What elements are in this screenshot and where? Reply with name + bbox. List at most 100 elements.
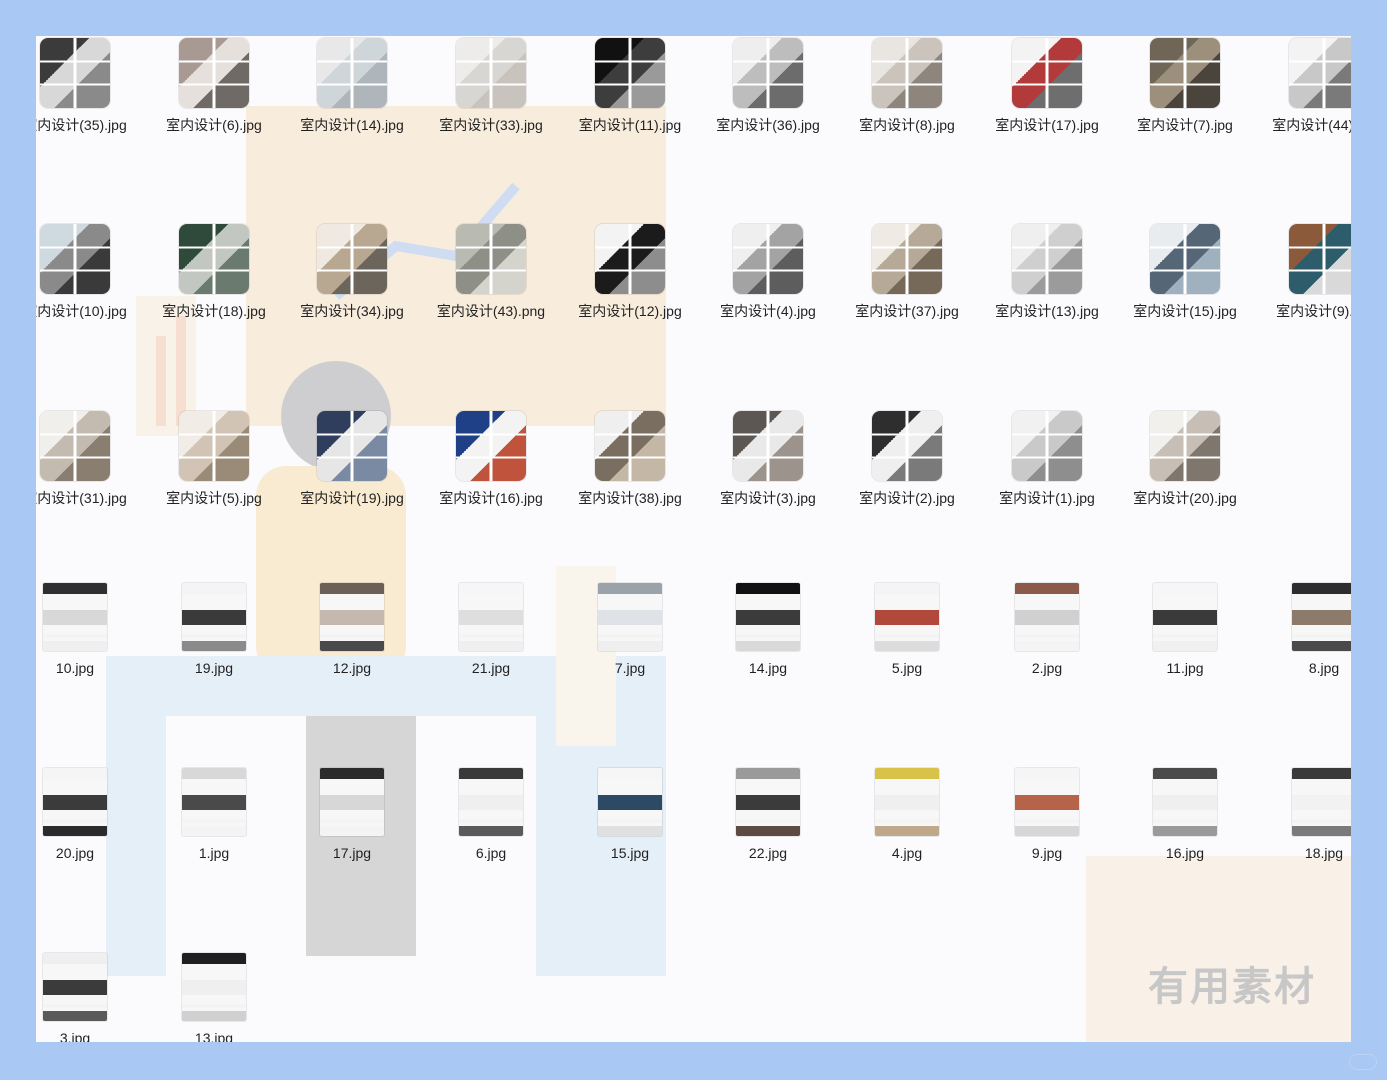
- file-item[interactable]: 室内设计(14).jpg: [292, 38, 412, 136]
- file-item[interactable]: 室内设计(16).jpg: [431, 411, 551, 509]
- file-item[interactable]: 11.jpg: [1125, 583, 1245, 679]
- file-thumbnail[interactable]: [459, 768, 523, 836]
- file-thumbnail[interactable]: [179, 411, 249, 481]
- file-item[interactable]: 室内设计(18).jpg: [154, 224, 274, 322]
- file-thumbnail[interactable]: [1289, 224, 1351, 294]
- file-thumbnail[interactable]: [317, 411, 387, 481]
- file-item[interactable]: 室内设计(2).jpg: [847, 411, 967, 509]
- file-item[interactable]: 室内设计(43).png: [431, 224, 551, 322]
- file-item[interactable]: 10.jpg: [36, 583, 135, 679]
- file-item[interactable]: 室内设计(3).jpg: [708, 411, 828, 509]
- file-item[interactable]: 室内设计(7).jpg: [1125, 38, 1245, 136]
- file-item[interactable]: 20.jpg: [36, 768, 135, 864]
- file-thumbnail[interactable]: [733, 411, 803, 481]
- file-thumbnail[interactable]: [1292, 583, 1351, 651]
- file-item[interactable]: 19.jpg: [154, 583, 274, 679]
- file-item[interactable]: 12.jpg: [292, 583, 412, 679]
- file-item[interactable]: 室内设计(12).jpg: [570, 224, 690, 322]
- file-thumbnail[interactable]: [1015, 768, 1079, 836]
- file-item[interactable]: 室内设计(38).jpg: [570, 411, 690, 509]
- file-thumbnail[interactable]: [1289, 38, 1351, 108]
- file-item[interactable]: 14.jpg: [708, 583, 828, 679]
- file-item[interactable]: 室内设计(36).jpg: [708, 38, 828, 136]
- file-thumbnail[interactable]: [459, 583, 523, 651]
- file-thumbnail[interactable]: [43, 953, 107, 1021]
- file-item[interactable]: 室内设计(6).jpg: [154, 38, 274, 136]
- file-item[interactable]: 6.jpg: [431, 768, 551, 864]
- file-item[interactable]: 1.jpg: [154, 768, 274, 864]
- file-item[interactable]: 13.jpg: [154, 953, 274, 1042]
- file-thumbnail[interactable]: [320, 768, 384, 836]
- file-thumbnail[interactable]: [872, 411, 942, 481]
- file-thumbnail[interactable]: [43, 583, 107, 651]
- file-thumbnail[interactable]: [1012, 38, 1082, 108]
- file-thumbnail[interactable]: [872, 224, 942, 294]
- file-item[interactable]: 室内设计(19).jpg: [292, 411, 412, 509]
- file-thumbnail[interactable]: [875, 768, 939, 836]
- file-thumbnail[interactable]: [736, 768, 800, 836]
- file-thumbnail[interactable]: [456, 38, 526, 108]
- file-item[interactable]: 室内设计(37).jpg: [847, 224, 967, 322]
- file-thumbnail[interactable]: [456, 411, 526, 481]
- file-item[interactable]: 室内设计(33).jpg: [431, 38, 551, 136]
- file-thumbnail[interactable]: [182, 953, 246, 1021]
- file-item[interactable]: 室内设计(31).jpg: [36, 411, 135, 509]
- file-item[interactable]: 室内设计(13).jpg: [987, 224, 1107, 322]
- file-thumbnail[interactable]: [320, 583, 384, 651]
- file-item[interactable]: 室内设计(5).jpg: [154, 411, 274, 509]
- file-item[interactable]: 3.jpg: [36, 953, 135, 1042]
- file-item[interactable]: 室内设计(11).jpg: [570, 38, 690, 136]
- file-item[interactable]: 室内设计(35).jpg: [36, 38, 135, 136]
- file-thumbnail[interactable]: [598, 768, 662, 836]
- file-thumbnail[interactable]: [733, 224, 803, 294]
- file-thumbnail[interactable]: [456, 224, 526, 294]
- file-item[interactable]: 室内设计(10).jpg: [36, 224, 135, 322]
- file-item[interactable]: 16.jpg: [1125, 768, 1245, 864]
- file-thumbnail[interactable]: [40, 411, 110, 481]
- file-thumbnail[interactable]: [317, 38, 387, 108]
- file-thumbnail[interactable]: [1153, 768, 1217, 836]
- file-item[interactable]: 8.jpg: [1264, 583, 1351, 679]
- file-thumbnail[interactable]: [872, 38, 942, 108]
- file-thumbnail[interactable]: [317, 224, 387, 294]
- file-item[interactable]: 18.jpg: [1264, 768, 1351, 864]
- file-thumbnail[interactable]: [595, 224, 665, 294]
- file-thumbnail[interactable]: [43, 768, 107, 836]
- file-thumbnail[interactable]: [1292, 768, 1351, 836]
- file-item[interactable]: 室内设计(4).jpg: [708, 224, 828, 322]
- file-item[interactable]: 15.jpg: [570, 768, 690, 864]
- file-thumbnail[interactable]: [595, 38, 665, 108]
- file-item[interactable]: 9.jpg: [987, 768, 1107, 864]
- file-thumbnail[interactable]: [1150, 224, 1220, 294]
- file-thumbnail[interactable]: [733, 38, 803, 108]
- file-item[interactable]: 室内设计(1).jpg: [987, 411, 1107, 509]
- file-thumbnail[interactable]: [1012, 224, 1082, 294]
- file-item[interactable]: 5.jpg: [847, 583, 967, 679]
- file-item[interactable]: 室内设计(20).jpg: [1125, 411, 1245, 509]
- file-thumbnail[interactable]: [182, 768, 246, 836]
- file-item[interactable]: 22.jpg: [708, 768, 828, 864]
- file-thumbnail[interactable]: [595, 411, 665, 481]
- file-thumbnail[interactable]: [598, 583, 662, 651]
- file-thumbnail[interactable]: [1012, 411, 1082, 481]
- file-thumbnail[interactable]: [875, 583, 939, 651]
- file-item[interactable]: 室内设计(34).jpg: [292, 224, 412, 322]
- file-item[interactable]: 室内设计(9).jpg: [1264, 224, 1351, 322]
- file-thumbnail[interactable]: [179, 38, 249, 108]
- file-thumbnail[interactable]: [1150, 38, 1220, 108]
- file-item[interactable]: 17.jpg: [292, 768, 412, 864]
- file-item[interactable]: 21.jpg: [431, 583, 551, 679]
- file-thumbnail[interactable]: [179, 224, 249, 294]
- file-thumbnail[interactable]: [40, 38, 110, 108]
- file-thumbnail[interactable]: [1015, 583, 1079, 651]
- file-item[interactable]: 室内设计(17).jpg: [987, 38, 1107, 136]
- file-item[interactable]: 7.jpg: [570, 583, 690, 679]
- file-item[interactable]: 室内设计(15).jpg: [1125, 224, 1245, 322]
- file-item[interactable]: 2.jpg: [987, 583, 1107, 679]
- file-thumbnail[interactable]: [1150, 411, 1220, 481]
- file-item[interactable]: 室内设计(8).jpg: [847, 38, 967, 136]
- file-thumbnail[interactable]: [1153, 583, 1217, 651]
- file-thumbnail[interactable]: [40, 224, 110, 294]
- file-item[interactable]: 4.jpg: [847, 768, 967, 864]
- file-thumbnail[interactable]: [736, 583, 800, 651]
